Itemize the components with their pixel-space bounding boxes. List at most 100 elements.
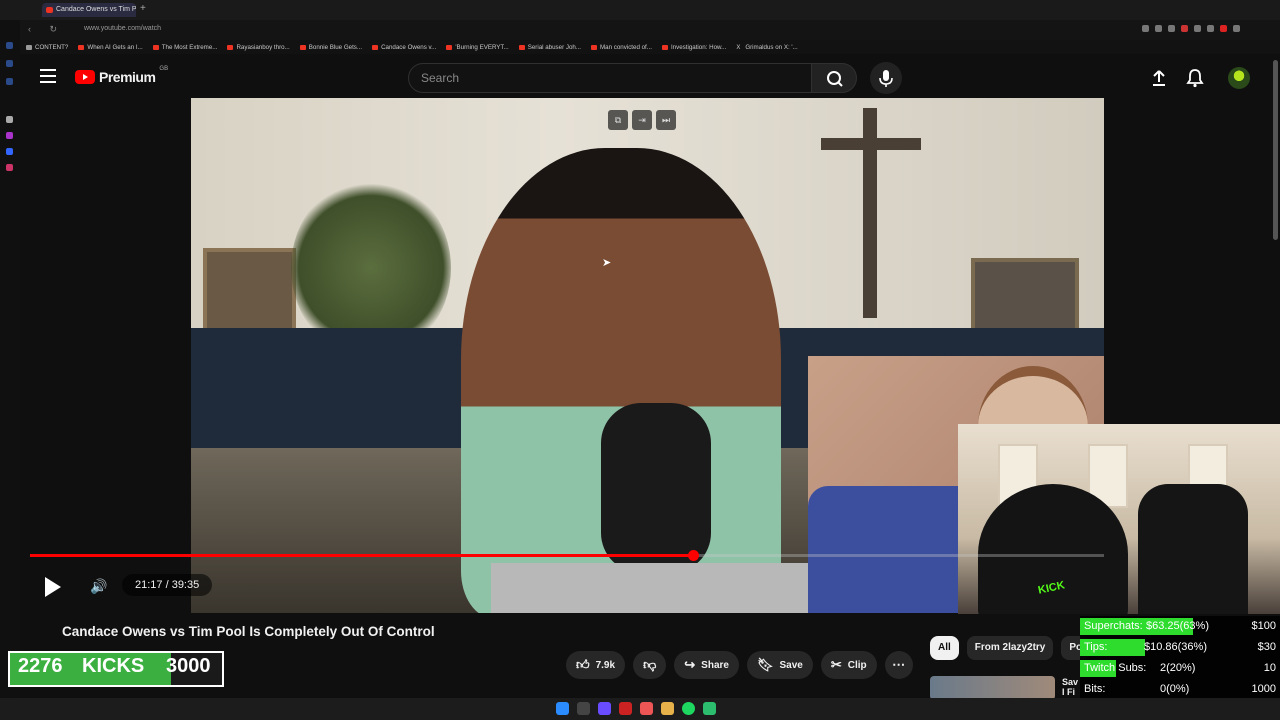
video-actions: 👍︎ 7.9k 👎︎ ↪ Share 🔖︎ Save ✂ Clip ⋯ (566, 651, 913, 679)
bookmark-label: Serial abuser Joh... (527, 43, 581, 51)
opera-gx-icon[interactable] (619, 702, 632, 715)
bookmark-label: The Most Extreme... (161, 43, 218, 51)
bookmark-item[interactable]: When AI Gets an I... (78, 44, 143, 51)
cast-icon[interactable]: ⇥ (632, 110, 652, 130)
extension-icon[interactable] (1207, 25, 1214, 32)
goal-label: Bits: (1084, 683, 1106, 695)
bookmark-item[interactable]: Candace Owens v... (372, 44, 436, 51)
more-horizontal-icon: ⋯ (892, 657, 906, 672)
skip-next-icon[interactable]: ⏭ (656, 110, 676, 130)
sidebar-icon[interactable] (6, 116, 13, 123)
spotify-icon[interactable] (682, 702, 695, 715)
volume-icon[interactable]: 🔊 (90, 578, 107, 595)
share-button[interactable]: ↪ Share (674, 651, 739, 679)
copilot-icon[interactable] (598, 702, 611, 715)
extension-icon[interactable] (1155, 25, 1162, 32)
bookmark-item[interactable]: The Most Extreme... (152, 43, 218, 51)
bookmark-label: Candace Owens v... (381, 43, 437, 51)
logo-text: Premium (99, 69, 156, 85)
menu-icon[interactable] (40, 69, 56, 83)
sidebar-icon[interactable] (6, 60, 13, 67)
bell-icon (1186, 69, 1204, 88)
browser-icon[interactable] (640, 702, 653, 715)
goal-target: $100 (1251, 620, 1276, 632)
like-button[interactable]: 👍︎ 7.9k (566, 651, 626, 679)
bookmark-item[interactable]: Man convicted of... (591, 44, 652, 51)
sidebar-icon[interactable] (6, 132, 13, 139)
recommended-video-title[interactable]: Sav I Fi (1062, 677, 1078, 697)
youtube-favicon-icon (152, 44, 159, 50)
kicks-count: 2276 (18, 655, 63, 677)
goal-value: $63.25(63%) (1146, 620, 1209, 632)
extension-icons (1142, 25, 1240, 32)
bookmark-item[interactable]: X Grimaldus on X: '... (736, 44, 797, 51)
page-scrollbar[interactable] (1273, 60, 1278, 240)
webcam-chair (1138, 484, 1248, 614)
sidebar-icon[interactable] (6, 148, 13, 155)
browser-tab[interactable]: Candace Owens vs Tim P (42, 3, 136, 17)
bookmark-item[interactable]: Bonnie Blue Gets... (299, 44, 362, 51)
bookmark-item[interactable]: Investigation: How... (661, 44, 726, 51)
search-taskbar-icon[interactable] (577, 702, 590, 715)
nav-arrows-icon[interactable]: ‹ ↻ (28, 24, 65, 35)
save-button[interactable]: 🔖︎ Save (746, 651, 813, 679)
sidebar-icon[interactable] (6, 164, 13, 171)
goal-label: Tips: (1084, 641, 1108, 653)
thumbs-down-icon: 👎︎ (643, 657, 657, 672)
windows-start-icon[interactable] (556, 702, 569, 715)
like-count: 7.9k (595, 659, 616, 671)
sidebar-icon[interactable] (6, 42, 13, 49)
avatar[interactable] (1228, 67, 1250, 89)
url-text[interactable]: www.youtube.com/watch (84, 25, 161, 32)
play-button[interactable] (42, 576, 64, 598)
dislike-button[interactable]: 👎︎ (633, 651, 667, 679)
search-icon (827, 71, 843, 87)
youtube-logo-icon (75, 70, 95, 84)
bookmark-item[interactable]: CONTENT? (26, 44, 68, 51)
miniplayer-icon[interactable]: ⧉ (608, 110, 628, 130)
bookmark-label: Rayasianboy thro... (236, 43, 290, 51)
share-icon: ↪ (684, 657, 696, 672)
new-tab-button[interactable]: + (140, 3, 146, 14)
video-overlay-buttons: ⧉ ⇥ ⏭ (608, 110, 676, 130)
bookmark-item[interactable]: 'Burning EVERYT... (446, 43, 509, 51)
extension-icon[interactable] (1168, 25, 1175, 32)
extension-icon[interactable] (1220, 25, 1227, 32)
goal-target: 1000 (1251, 683, 1276, 695)
bookmark-label: 'Burning EVERYT... (455, 43, 509, 51)
clip-button[interactable]: ✂ Clip (820, 651, 877, 679)
file-explorer-icon[interactable] (661, 702, 674, 715)
extension-icon[interactable] (1233, 25, 1240, 32)
recommended-video-thumbnail[interactable] (930, 676, 1055, 700)
progress-scrubber[interactable] (688, 550, 699, 561)
extension-icon[interactable] (1181, 25, 1188, 32)
extension-icon[interactable] (1142, 25, 1149, 32)
save-label: Save (779, 659, 803, 671)
bookmark-item[interactable]: Rayasianboy thro... (227, 43, 290, 51)
bookmark-label: Grimaldus on X: '... (745, 43, 798, 51)
time-display: 21:17 / 39:35 (122, 574, 213, 596)
upload-button[interactable] (1150, 69, 1168, 92)
chip-from-channel[interactable]: From 2lazy2try (966, 636, 1054, 660)
bookmark-label: Man convicted of... (600, 43, 652, 51)
extension-icon[interactable] (1194, 25, 1201, 32)
chip-all[interactable]: All (930, 636, 959, 660)
goal-label: Superchats: (1084, 620, 1143, 632)
youtube-premium-logo[interactable]: Premium GB (75, 66, 168, 85)
x-logo-icon: X (736, 44, 741, 51)
bookmark-item[interactable]: Serial abuser Joh... (518, 43, 581, 51)
taskbar-icons (556, 702, 716, 715)
more-actions-button[interactable]: ⋯ (884, 651, 913, 679)
progress-bar-fill (30, 554, 693, 557)
search-input[interactable]: Search (408, 63, 812, 93)
bookmark-icon: 🔖︎ (756, 657, 774, 672)
video-frame-crucifix (863, 108, 877, 318)
sidebar-icon[interactable] (6, 78, 13, 85)
xbox-icon[interactable] (703, 702, 716, 715)
voice-search-button[interactable] (870, 62, 902, 94)
goal-label: Twitch Subs: (1084, 662, 1147, 674)
video-frame-laptop (491, 563, 821, 613)
recommendation-chips: All From 2lazy2try Po (930, 636, 1091, 660)
search-button[interactable] (811, 63, 857, 93)
notifications-button[interactable] (1186, 68, 1204, 93)
